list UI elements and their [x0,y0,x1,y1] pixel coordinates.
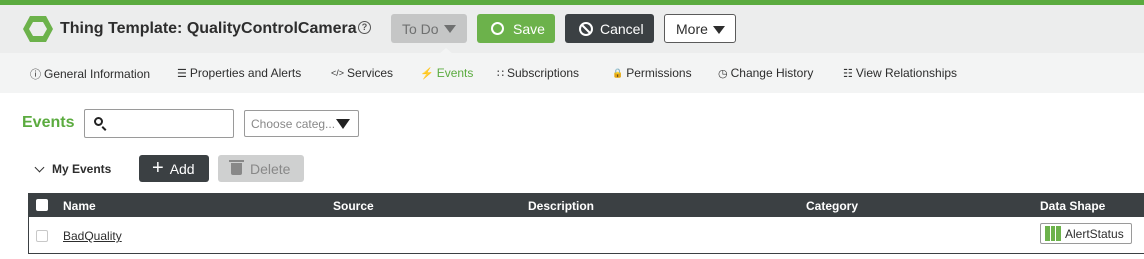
tab-general-information[interactable]: ⓘ General Information [30,66,150,82]
tab-label: Subscriptions [507,66,580,80]
tab-view-relationships[interactable]: ☷ View Relationships [843,66,957,80]
cancel-label: Cancel [600,20,644,37]
circle-icon [491,22,504,35]
tab-services[interactable]: </> Services [331,66,393,80]
caret-down-icon [336,119,350,129]
tab-label: Permissions [626,66,692,80]
caret-down-icon [713,26,725,34]
tab-label: View Relationships [855,66,958,80]
column-header-name[interactable]: Name [63,199,96,213]
clock-icon: ◷ [718,67,728,80]
tab-properties-and-alerts[interactable]: ☰ Properties and Alerts [177,66,301,80]
more-dropdown[interactable]: More [664,14,736,43]
todo-label: To Do [402,20,439,37]
column-header-description[interactable]: Description [528,199,594,213]
category-placeholder: Choose categ... [251,117,336,131]
add-button[interactable]: + Add [139,155,209,182]
data-shape-icon [1045,226,1062,241]
events-table: Name Source Description Category Data Sh… [28,193,1144,254]
events-title: Events [22,114,75,131]
trash-icon [229,159,244,175]
cancel-button[interactable]: Cancel [565,14,654,43]
header-bar: Thing Template: QualityControlCamera ? T… [0,5,1144,53]
search-icon [94,117,103,126]
code-icon: </> [331,68,345,78]
select-all-checkbox[interactable] [36,199,48,211]
section-label: My Events [52,162,112,176]
search-input[interactable] [109,113,229,134]
page-title: Thing Template: QualityControlCamera [60,20,357,37]
data-shape-label: AlertStatus [1065,226,1124,241]
search-box [84,109,234,138]
column-header-category[interactable]: Category [806,199,858,213]
add-label: Add [169,160,195,177]
info-icon: ⓘ [30,69,41,81]
event-name-link[interactable]: BadQuality [63,229,122,243]
prohibited-icon [579,21,593,36]
tab-subscriptions[interactable]: ∷ Subscriptions [497,66,579,80]
plus-icon: + [152,156,164,179]
tab-label: General Information [44,67,151,81]
tab-events[interactable]: ⚡ Events [420,66,473,80]
rss-icon: ∷ [497,67,504,80]
caret-down-icon [444,25,456,33]
hierarchy-icon: ☷ [843,67,853,80]
row-checkbox[interactable] [36,230,48,242]
active-tab-pointer [439,48,453,54]
save-label: Save [513,20,545,37]
todo-dropdown[interactable]: To Do [391,14,467,43]
save-button[interactable]: Save [477,14,555,43]
tab-permissions[interactable]: 🔒 Permissions [612,66,692,80]
tab-label: Services [347,66,394,80]
lightning-icon: ⚡ [420,67,434,80]
column-header-data-shape[interactable]: Data Shape [1040,199,1105,213]
data-shape-chip[interactable]: AlertStatus [1040,223,1132,244]
tab-bar: ⓘ General Information ☰ Properties and A… [0,53,1144,93]
table-header: Name Source Description Category Data Sh… [29,193,1144,217]
thingworx-logo-icon [23,16,53,42]
tab-label: Change History [730,66,814,80]
my-events-toggle[interactable]: My Events [34,162,112,176]
chevron-down-icon [34,162,45,172]
more-label: More [676,20,708,37]
list-icon: ☰ [177,67,187,80]
tab-label: Properties and Alerts [189,66,302,80]
delete-label: Delete [250,160,291,177]
table-row[interactable]: BadQuality AlertStatus [29,217,1144,253]
help-icon[interactable]: ? [358,21,371,34]
delete-button[interactable]: Delete [218,155,304,182]
category-select[interactable]: Choose categ... [244,110,359,137]
tab-change-history[interactable]: ◷ Change History [718,66,813,80]
lock-icon: 🔒 [612,67,624,78]
tab-label: Events [436,66,474,80]
column-header-source[interactable]: Source [333,199,374,213]
